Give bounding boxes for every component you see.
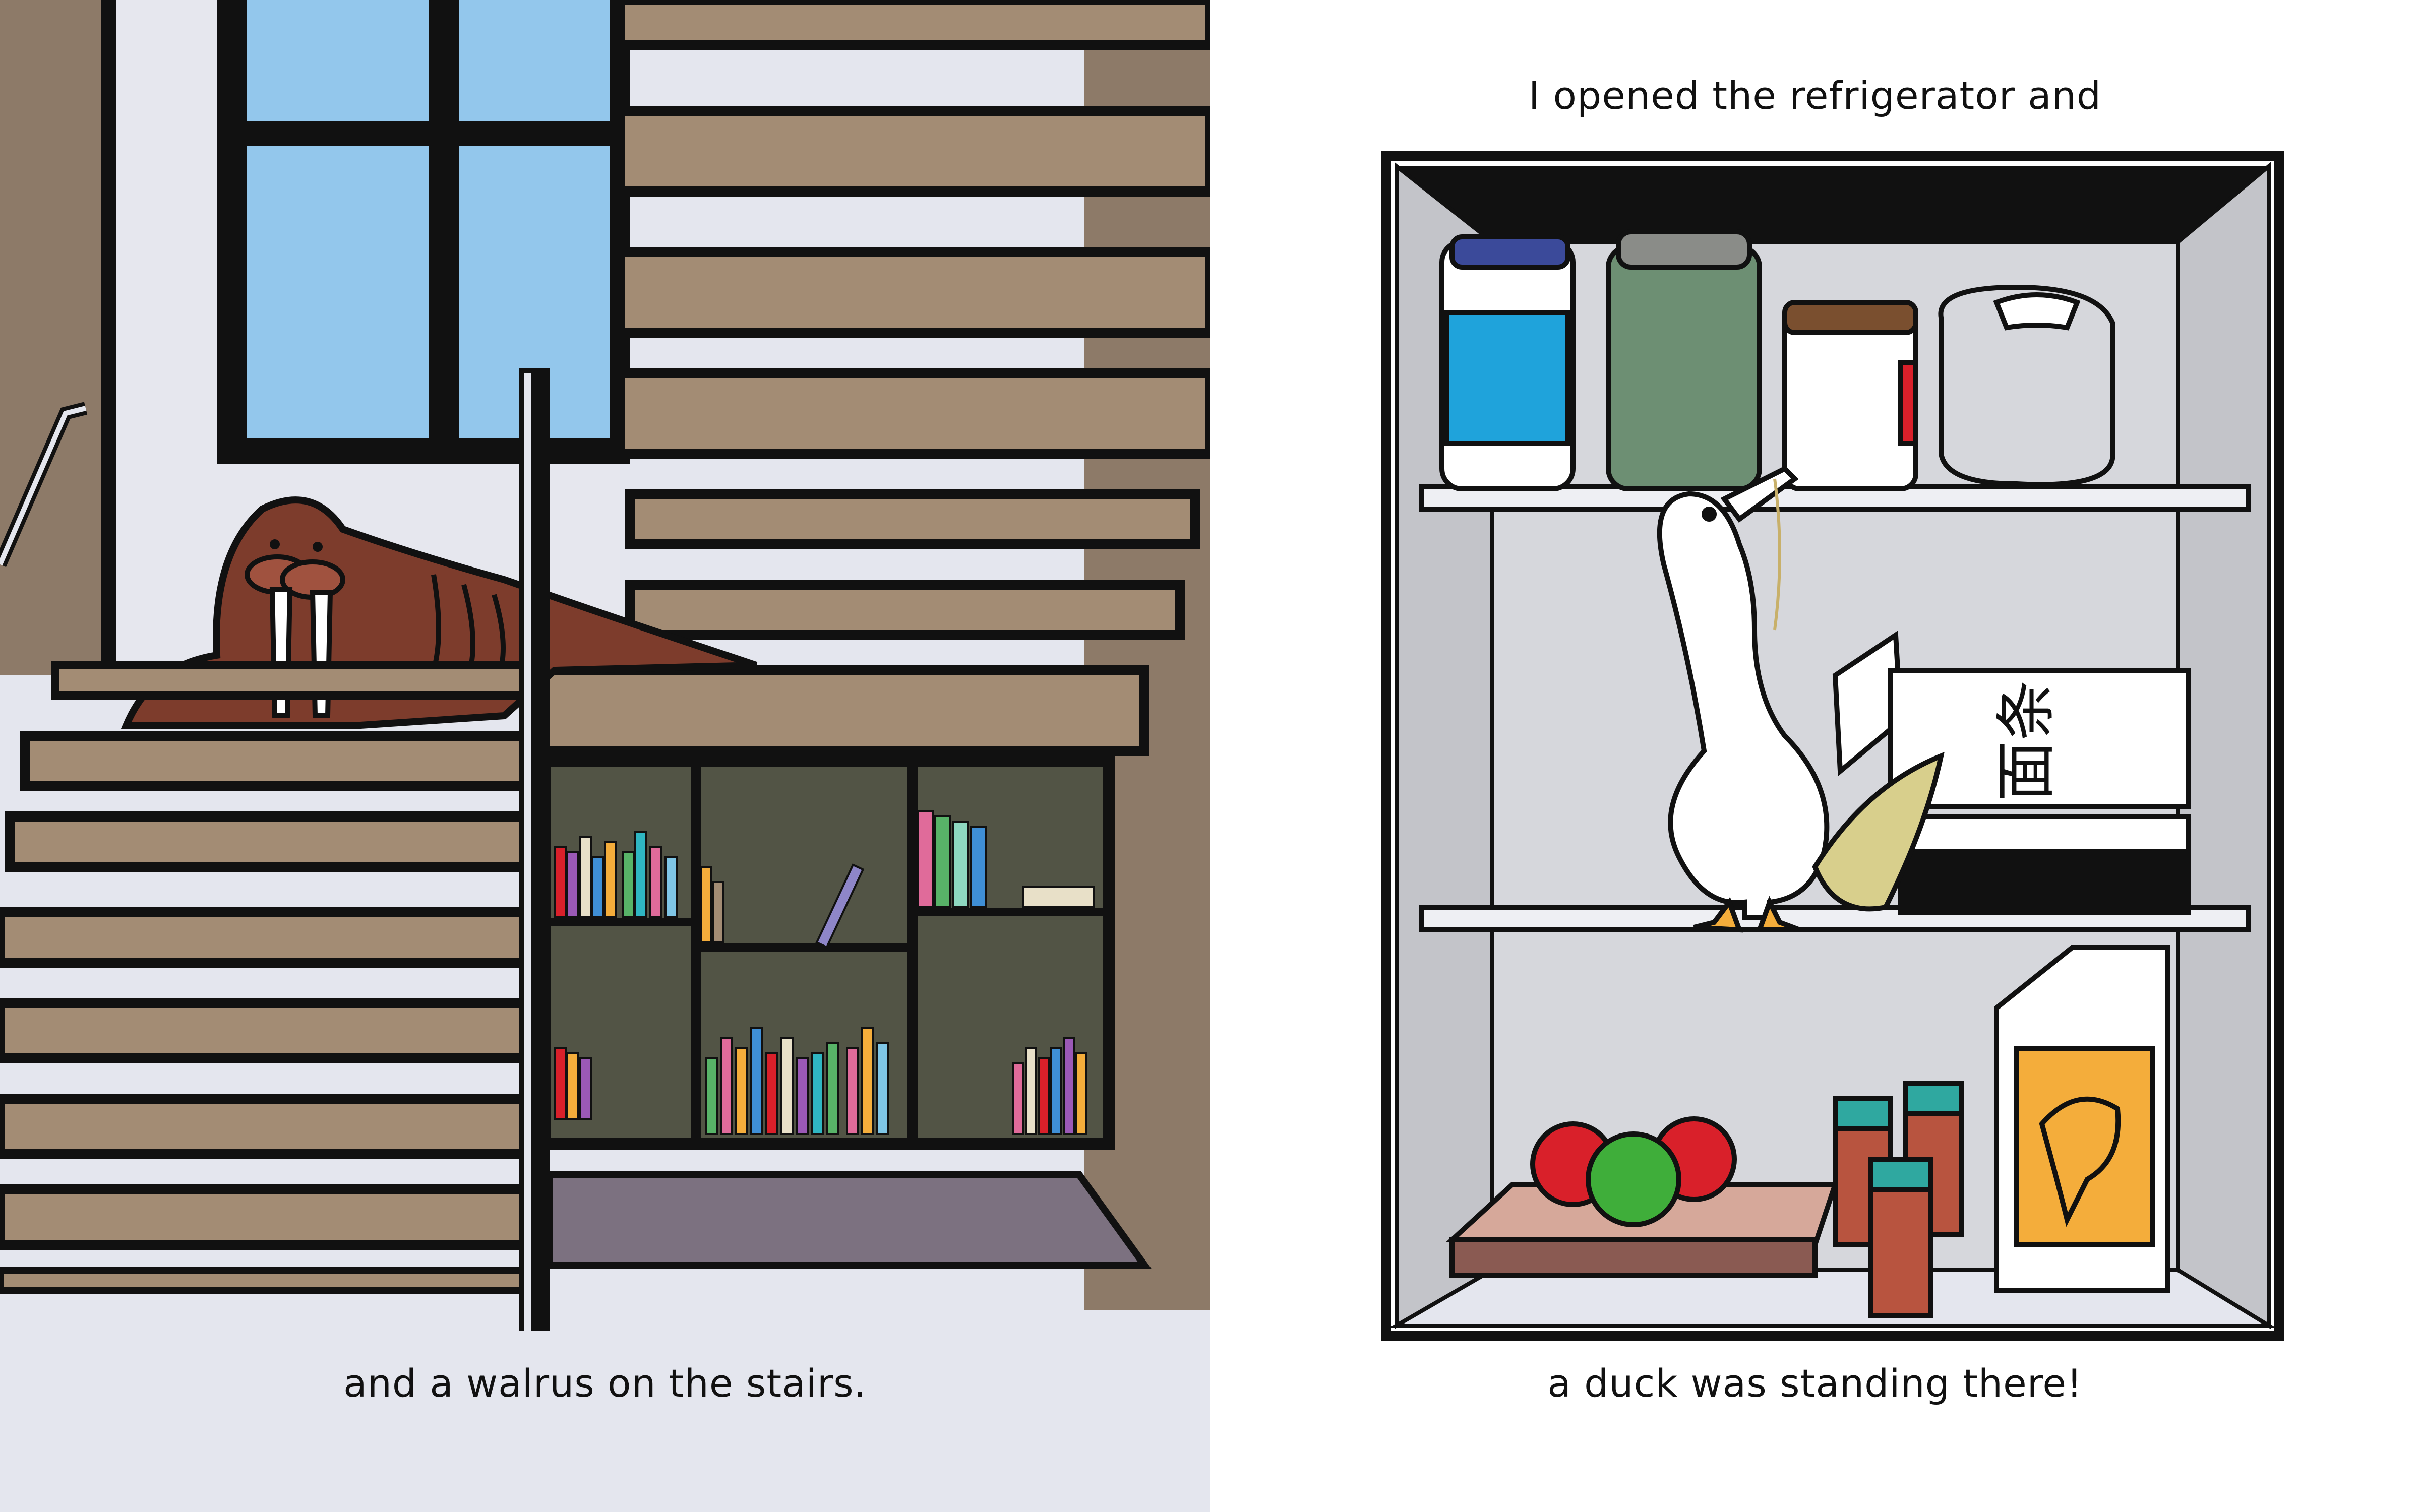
noodle-box-label: 面条	[1991, 680, 2062, 801]
milk-carton	[1994, 945, 2170, 1293]
staircase	[0, 661, 544, 1294]
stairs-illustration	[0, 0, 1210, 1512]
bookcase	[538, 755, 1115, 1150]
refrigerator-illustration: 面条	[1381, 151, 2284, 1341]
rug	[546, 1171, 1152, 1269]
window	[217, 0, 630, 464]
left-caption: and a walrus on the stairs.	[343, 1361, 867, 1406]
left-page: and a walrus on the stairs.	[0, 0, 1210, 1512]
right-page: I opened the refrigerator and 面条 a duck …	[1210, 0, 2420, 1512]
left-wall	[0, 0, 116, 675]
right-caption-bottom: a duck was standing there!	[1547, 1361, 2083, 1406]
